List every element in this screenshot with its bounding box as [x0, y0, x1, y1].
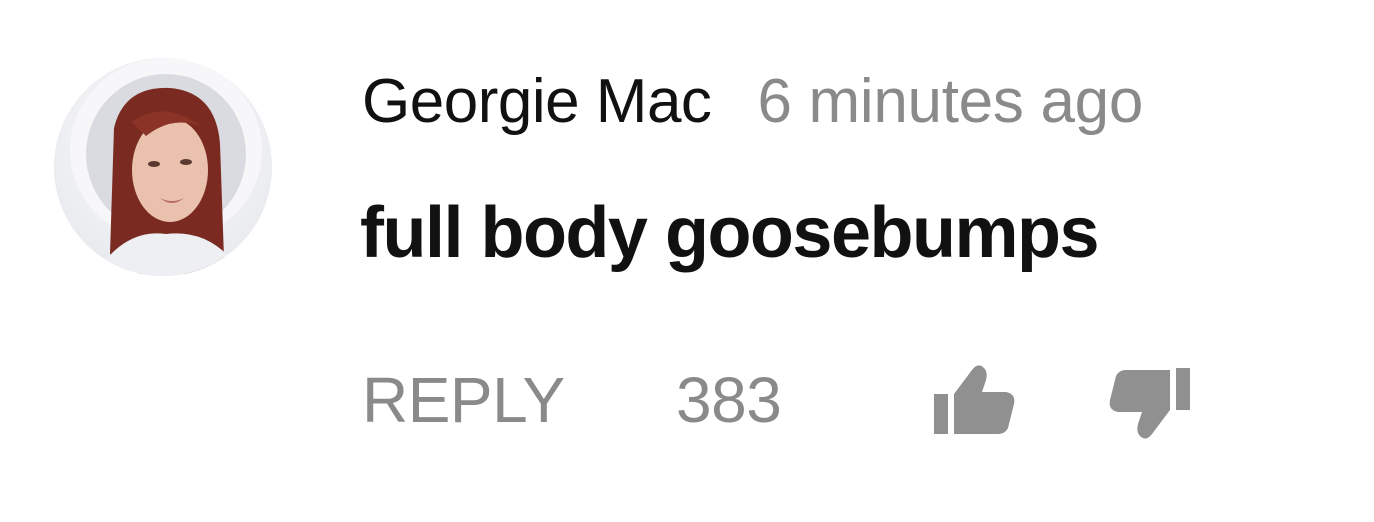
avatar-image — [54, 58, 272, 276]
thumbs-down-icon — [1109, 368, 1190, 439]
thumbs-up-icon — [934, 365, 1015, 434]
dislike-button[interactable] — [1108, 360, 1192, 444]
comment-text: full body goosebumps — [360, 193, 1100, 273]
avatar[interactable] — [54, 58, 272, 276]
comment-header: Georgie Mac 6 minutes ago — [362, 66, 1143, 146]
like-count: 383 — [676, 364, 782, 436]
reply-button[interactable]: REPLY — [362, 360, 565, 440]
comment-timestamp[interactable]: 6 minutes ago — [757, 66, 1143, 137]
author-name[interactable]: Georgie Mac — [362, 66, 712, 137]
comment-actions: REPLY 383 — [0, 360, 1374, 450]
like-button[interactable] — [932, 360, 1016, 444]
